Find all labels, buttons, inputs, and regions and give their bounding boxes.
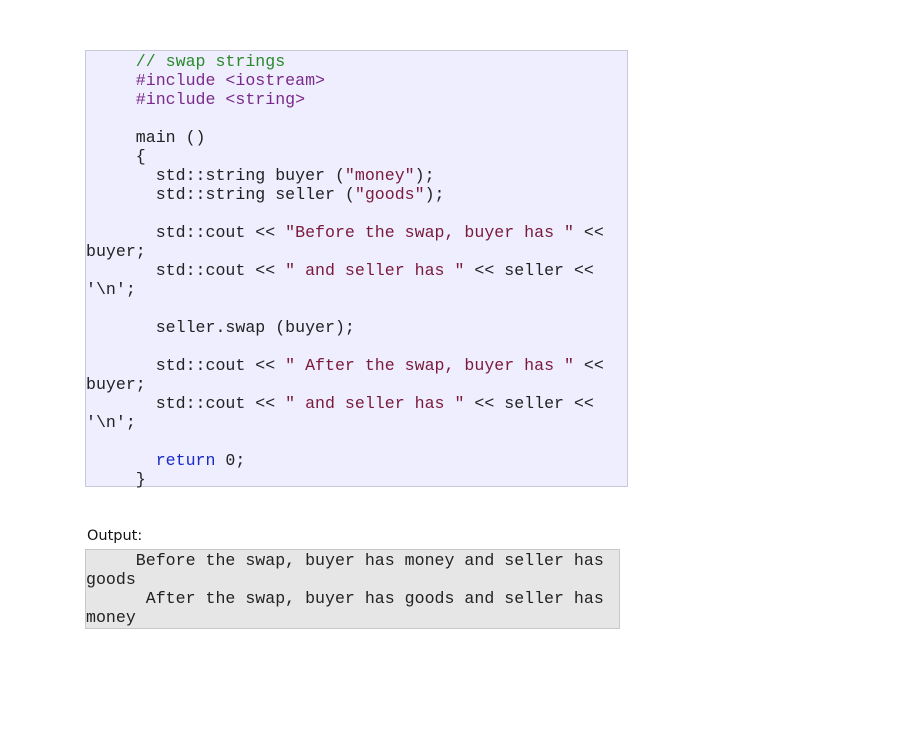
- output-line: Before the swap, buyer has money and sel…: [86, 551, 604, 570]
- code-string: " After the swap, buyer has ": [285, 356, 574, 375]
- code-keyword: return: [155, 451, 216, 470]
- code-text: '\n';: [86, 413, 136, 432]
- code-line: '\n';: [86, 280, 627, 299]
- code-line: #include <iostream>: [86, 71, 627, 90]
- code-line: buyer;: [86, 375, 627, 394]
- output-line: After the swap, buyer has goods and sell…: [86, 589, 604, 608]
- code-line: seller.swap (buyer);: [86, 318, 627, 337]
- output-line: money: [86, 608, 136, 627]
- code-text: <<: [573, 356, 604, 375]
- code-line: return 0;: [86, 451, 627, 470]
- code-text: std::cout <<: [86, 356, 286, 375]
- code-line: std::cout << " and seller has " << selle…: [86, 261, 627, 280]
- code-line: std::cout << "Before the swap, buyer has…: [86, 223, 627, 242]
- code-line: std::string seller ("goods");: [86, 185, 627, 204]
- output-line: goods: [86, 570, 136, 589]
- code-text: buyer;: [86, 375, 146, 394]
- code-preprocessor: #include <string>: [135, 90, 306, 109]
- code-line: }: [86, 470, 627, 489]
- code-text: 0;: [215, 451, 246, 470]
- code-text: );: [424, 185, 445, 204]
- code-text: << seller <<: [464, 261, 594, 280]
- code-line: std::cout << " and seller has " << selle…: [86, 394, 627, 413]
- code-text: std::cout <<: [86, 223, 286, 242]
- code-line: std::cout << " After the swap, buyer has…: [86, 356, 627, 375]
- code-text: main (): [86, 128, 206, 147]
- output-label: Output:: [87, 528, 143, 544]
- code-comment: // swap strings: [135, 52, 286, 71]
- code-line: buyer;: [86, 242, 627, 261]
- code-text: {: [86, 147, 146, 166]
- code-line: // swap strings: [86, 52, 627, 71]
- code-line: std::string buyer ("money");: [86, 166, 627, 185]
- code-string: " and seller has ": [285, 394, 465, 413]
- code-line: main (): [86, 128, 627, 147]
- code-listing: // swap strings #include <iostream> #inc…: [86, 51, 627, 489]
- code-string: "money": [344, 166, 415, 185]
- code-string: "goods": [354, 185, 425, 204]
- code-text: '\n';: [86, 280, 136, 299]
- code-text: }: [86, 470, 146, 489]
- code-string: " and seller has ": [285, 261, 465, 280]
- code-text: <<: [573, 223, 604, 242]
- code-line: {: [86, 147, 627, 166]
- code-text: std::cout <<: [86, 394, 286, 413]
- code-line: #include <string>: [86, 90, 627, 109]
- code-text: seller.swap (buyer);: [86, 318, 355, 337]
- output-listing: Before the swap, buyer has money and sel…: [86, 550, 619, 627]
- code-text: );: [414, 166, 435, 185]
- code-string: "Before the swap, buyer has ": [285, 223, 574, 242]
- code-text: std::string seller (: [86, 185, 355, 204]
- code-preprocessor: #include <iostream>: [135, 71, 325, 90]
- code-text: buyer;: [86, 242, 146, 261]
- code-block: // swap strings #include <iostream> #inc…: [85, 50, 628, 489]
- code-text: << seller <<: [464, 394, 594, 413]
- code-line: '\n';: [86, 413, 627, 432]
- output-block: Before the swap, buyer has money and sel…: [85, 549, 620, 629]
- code-text: std::cout <<: [86, 261, 286, 280]
- code-text: std::string buyer (: [86, 166, 345, 185]
